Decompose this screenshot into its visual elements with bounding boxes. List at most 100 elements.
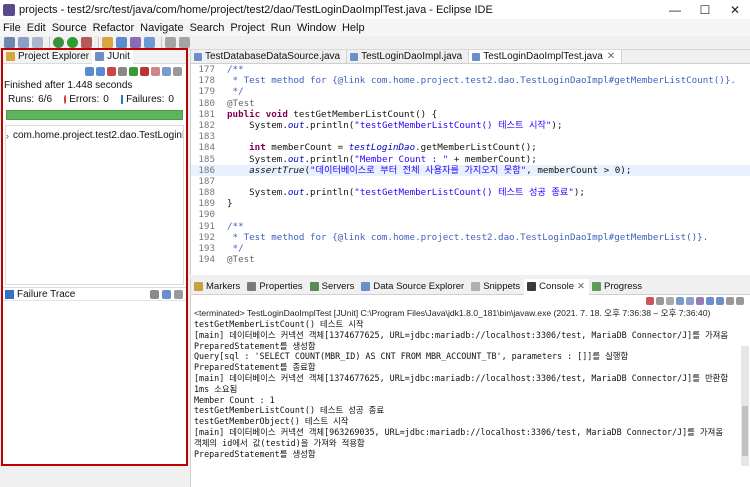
menu-run[interactable]: Run xyxy=(271,22,291,34)
tab-project-explorer[interactable]: Project Explorer xyxy=(3,50,92,64)
code-text: memberCount = xyxy=(265,142,349,154)
toolbar-separator xyxy=(49,37,50,48)
run-icon[interactable] xyxy=(67,37,78,48)
code-line: 178 * Test method for {@link com.home.pr… xyxy=(191,75,750,86)
remove-launch-icon[interactable] xyxy=(656,297,664,305)
new-class-icon[interactable] xyxy=(116,37,127,48)
menu-source[interactable]: Source xyxy=(52,22,87,34)
menu-navigate[interactable]: Navigate xyxy=(140,22,183,34)
open-type-icon[interactable] xyxy=(130,37,141,48)
code-line-current: 186 assertTrue("데이터베이스로 부터 전체 사용자를 가지오지 … xyxy=(191,164,750,176)
word-wrap-icon[interactable] xyxy=(686,297,694,305)
editor-tab-testlogindaoimpl[interactable]: TestLoginDaoImpl.java xyxy=(347,50,470,63)
console-output[interactable]: testGetMemberListCount() 테스트 시작 [main] 데… xyxy=(191,319,750,459)
console-scrollbar[interactable] xyxy=(741,346,749,466)
tab-markers[interactable]: Markers xyxy=(191,279,244,295)
menu-edit[interactable]: Edit xyxy=(27,22,46,34)
new-package-icon[interactable] xyxy=(102,37,113,48)
code-line: 177 /** xyxy=(191,64,750,75)
open-console-icon[interactable] xyxy=(716,297,724,305)
code-text: System. xyxy=(249,153,288,165)
menu-help[interactable]: Help xyxy=(342,22,365,34)
save-icon[interactable] xyxy=(18,37,29,48)
test-progress-bar xyxy=(6,110,183,120)
menu-refactor[interactable]: Refactor xyxy=(93,22,135,34)
scroll-lock-icon[interactable] xyxy=(676,297,684,305)
tab-properties[interactable]: Properties xyxy=(244,279,306,295)
terminated-status: <terminated> TestLoginDaoImplTest [JUnit… xyxy=(194,308,711,318)
line-number: 186 xyxy=(198,164,215,176)
forward-icon[interactable] xyxy=(179,37,190,48)
code-line: 190 xyxy=(191,209,750,220)
tab-label: Properties xyxy=(259,281,303,292)
scroll-lock-icon[interactable] xyxy=(118,67,127,76)
code-field: testLoginDao xyxy=(348,142,416,154)
close-tab-icon[interactable]: ✕ xyxy=(577,281,585,292)
filter-stack-icon[interactable] xyxy=(162,289,171,299)
maximize-button[interactable]: ☐ xyxy=(690,3,720,17)
code-text: * Test method for {@link com.home.projec… xyxy=(227,231,709,243)
errors-label: Errors: xyxy=(69,94,100,105)
line-number: 184 xyxy=(198,142,215,154)
console-line: Member Count : 1 xyxy=(194,394,275,405)
code-text: /** xyxy=(227,64,244,75)
view-menu-icon[interactable] xyxy=(173,67,182,76)
tab-label: Snippets xyxy=(483,281,521,292)
menu-project[interactable]: Project xyxy=(230,22,264,34)
history-icon[interactable] xyxy=(162,67,171,76)
code-line: 182 System.out.println("testGetMemberLis… xyxy=(191,120,750,131)
editor-tab-testlogindaoimpltest[interactable]: TestLoginDaoImplTest.java ✕ xyxy=(469,50,623,63)
junit-icon xyxy=(95,52,105,61)
copy-trace-icon[interactable] xyxy=(174,289,183,299)
menu-file[interactable]: File xyxy=(3,22,21,34)
tree-item[interactable]: › com.home.project.test2.dao.TestLoginDa… xyxy=(6,130,183,141)
menu-search[interactable]: Search xyxy=(190,22,225,34)
menu-window[interactable]: Window xyxy=(297,22,336,34)
expand-arrow-icon[interactable]: › xyxy=(6,131,9,141)
editor-tab-label: TestLoginDaoImplTest.java xyxy=(483,51,603,62)
pin-console-icon[interactable] xyxy=(696,297,704,305)
rerun-failed-icon[interactable] xyxy=(140,67,149,76)
debug-icon[interactable] xyxy=(53,37,64,48)
maximize-view-icon[interactable] xyxy=(736,297,744,305)
search-icon[interactable] xyxy=(144,37,155,48)
compare-result-icon[interactable] xyxy=(150,289,159,299)
tab-label: Servers xyxy=(321,281,355,292)
back-icon[interactable] xyxy=(165,37,176,48)
code-text: @Test xyxy=(227,254,255,266)
rerun-test-icon[interactable] xyxy=(129,67,138,76)
minimize-button[interactable]: — xyxy=(660,3,690,17)
editor-tab-testdatabasedatasource[interactable]: TestDatabaseDataSource.java xyxy=(191,50,348,63)
code-text: .getMemberListCount(); xyxy=(415,142,537,154)
code-text: } xyxy=(227,198,233,210)
console-line: testGetMemberListCount() 테스트 성공 종료 xyxy=(194,405,385,416)
tab-progress[interactable]: Progress xyxy=(589,279,646,295)
line-number: 192 xyxy=(198,231,215,243)
close-button[interactable]: ✕ xyxy=(720,3,750,17)
show-failures-only-icon[interactable] xyxy=(107,67,116,76)
stop-icon[interactable] xyxy=(81,37,92,48)
java-file-icon xyxy=(472,52,481,61)
close-tab-icon[interactable]: ✕ xyxy=(607,51,615,62)
console-line: PreparedStatement를 생성함 xyxy=(194,340,316,351)
save-all-icon[interactable] xyxy=(32,37,43,48)
terminate-icon[interactable] xyxy=(646,297,654,305)
code-string: "Member Count : " xyxy=(354,153,449,165)
stop-run-icon[interactable] xyxy=(151,67,160,76)
minimize-view-icon[interactable] xyxy=(726,297,734,305)
new-icon[interactable] xyxy=(4,37,15,48)
failure-trace-header: Failure Trace xyxy=(3,287,186,301)
clear-console-icon[interactable] xyxy=(666,297,674,305)
runs-value: 6/6 xyxy=(38,94,53,105)
code-area[interactable]: 177 /** 178 * Test method for {@link com.… xyxy=(191,64,750,265)
code-text: */ xyxy=(227,243,244,254)
tab-console[interactable]: Console ✕ xyxy=(524,278,589,295)
tab-junit[interactable]: JUnit xyxy=(92,49,133,64)
next-failure-icon[interactable] xyxy=(85,67,94,76)
tab-label: Data Source Explorer xyxy=(373,281,465,292)
tab-data-source-explorer[interactable]: Data Source Explorer xyxy=(358,279,468,295)
tab-servers[interactable]: Servers xyxy=(307,279,359,295)
display-console-icon[interactable] xyxy=(706,297,714,305)
tab-snippets[interactable]: Snippets xyxy=(468,279,524,295)
previous-failure-icon[interactable] xyxy=(96,67,105,76)
